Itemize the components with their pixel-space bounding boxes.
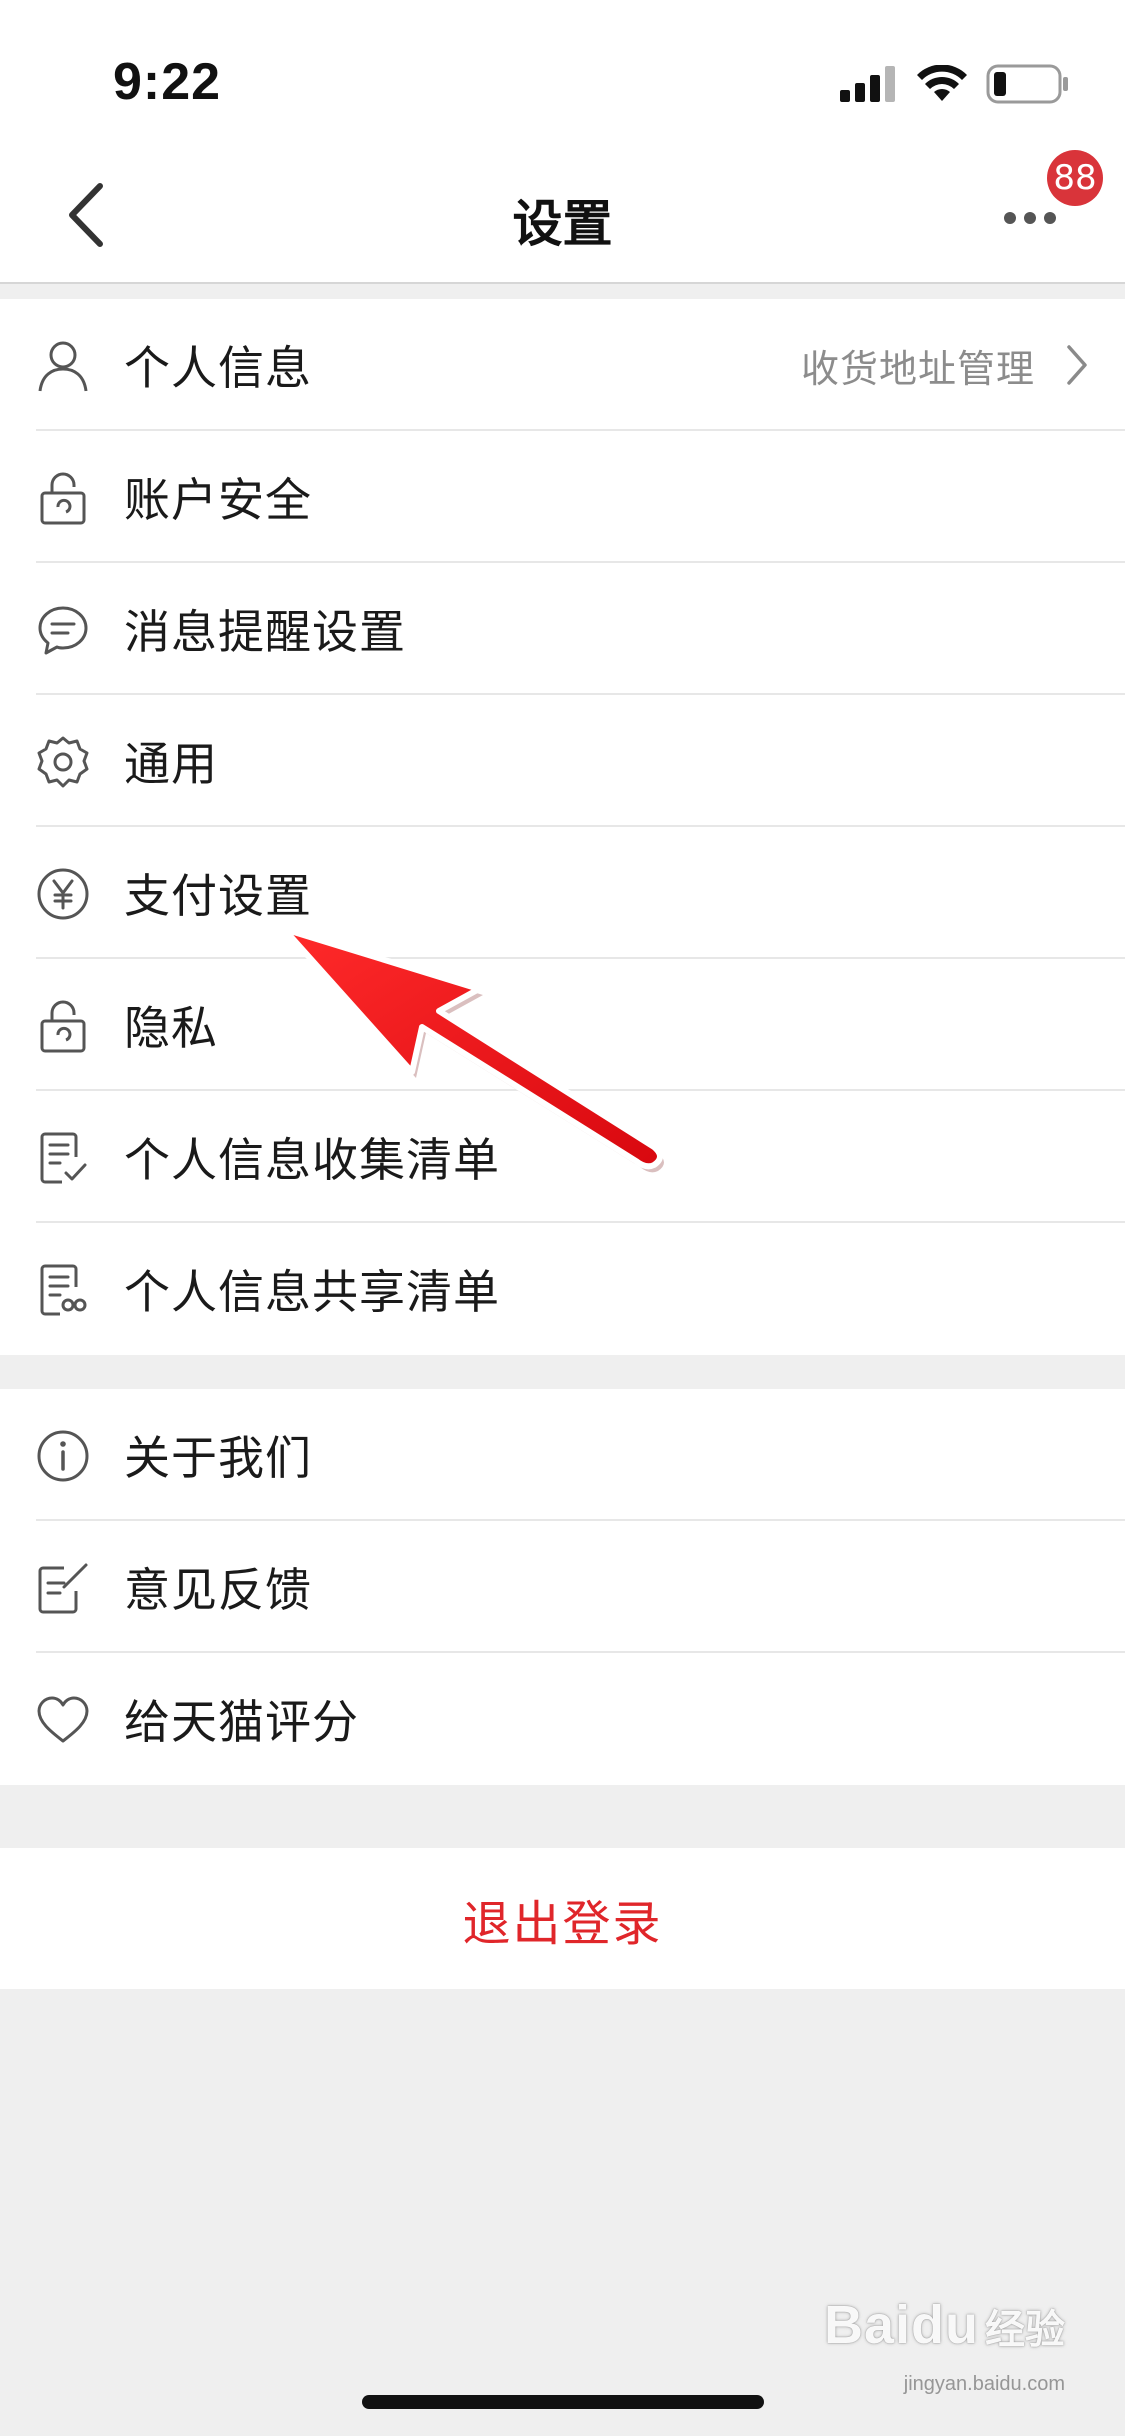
wifi-icon <box>916 64 968 107</box>
logout-label: 退出登录 <box>462 1895 663 1952</box>
row-about-us[interactable]: 关于我们 <box>0 1389 1125 1521</box>
settings-group-about: 关于我们 意见反馈 给天猫评分 <box>0 1389 1125 1785</box>
row-label: 个人信息共享清单 <box>124 1265 500 1319</box>
edit-note-icon <box>34 1559 92 1617</box>
baidu-watermark: Bai du 经验 <box>824 2294 1065 2356</box>
row-label: 给天猫评分 <box>124 1695 359 1749</box>
row-label: 个人信息 <box>124 341 312 395</box>
watermark-brand2: du <box>911 2295 979 2355</box>
row-feedback[interactable]: 意见反馈 <box>0 1521 1125 1653</box>
watermark-brand: Bai <box>823 2295 912 2355</box>
row-personal-info[interactable]: 个人信息 收货地址管理 <box>0 299 1125 431</box>
navigation-bar: 设置 88 <box>0 150 1125 284</box>
row-account-security[interactable]: 账户安全 <box>0 431 1125 563</box>
row-label: 账户安全 <box>124 473 312 527</box>
user-icon <box>34 337 92 395</box>
chat-bubble-icon <box>34 601 92 659</box>
row-right: 收货地址管理 <box>801 338 1089 393</box>
lock-icon <box>34 997 92 1055</box>
lock-icon <box>34 469 92 527</box>
home-indicator <box>362 2395 764 2409</box>
address-management-link[interactable]: 收货地址管理 <box>801 338 1035 393</box>
row-message-reminder[interactable]: 消息提醒设置 <box>0 563 1125 695</box>
row-label: 消息提醒设置 <box>124 605 406 659</box>
settings-page: 9:22 设置 88 个人信息 收货地址管理 账户安全 消息提醒设置 通用 支付… <box>0 0 1125 2436</box>
chevron-right-icon <box>1067 345 1087 385</box>
row-general[interactable]: 通用 <box>0 695 1125 827</box>
battery-icon <box>986 64 1070 108</box>
yen-icon <box>34 865 92 923</box>
watermark-url: jingyan.baidu.com <box>903 2373 1065 2395</box>
status-bar: 9:22 <box>0 0 1125 150</box>
settings-group-account: 个人信息 收货地址管理 账户安全 消息提醒设置 通用 支付设置 隐私 个人信息收… <box>0 299 1125 1355</box>
row-label: 通用 <box>124 737 218 791</box>
status-icons <box>840 64 1070 108</box>
gear-icon <box>34 733 92 791</box>
shared-list-icon <box>34 1261 92 1319</box>
checklist-icon <box>34 1129 92 1187</box>
page-title: 设置 <box>512 195 613 253</box>
watermark-suffix: 经验 <box>985 2308 1065 2352</box>
status-time: 9:22 <box>113 53 222 111</box>
row-info-sharing-list[interactable]: 个人信息共享清单 <box>0 1223 1125 1355</box>
logout-button[interactable]: 退出登录 <box>0 1848 1125 1989</box>
more-dots-icon <box>1004 212 1056 224</box>
row-label: 隐私 <box>124 1001 218 1055</box>
cellular-signal-icon <box>840 66 898 106</box>
row-label: 关于我们 <box>124 1431 312 1485</box>
heart-icon <box>34 1691 92 1749</box>
notification-badge: 88 <box>1047 150 1103 206</box>
row-label: 意见反馈 <box>124 1563 312 1617</box>
annotation-arrow <box>270 915 670 1179</box>
row-rate-tmall[interactable]: 给天猫评分 <box>0 1653 1125 1785</box>
more-button[interactable] <box>995 198 1065 238</box>
info-icon <box>34 1427 92 1485</box>
